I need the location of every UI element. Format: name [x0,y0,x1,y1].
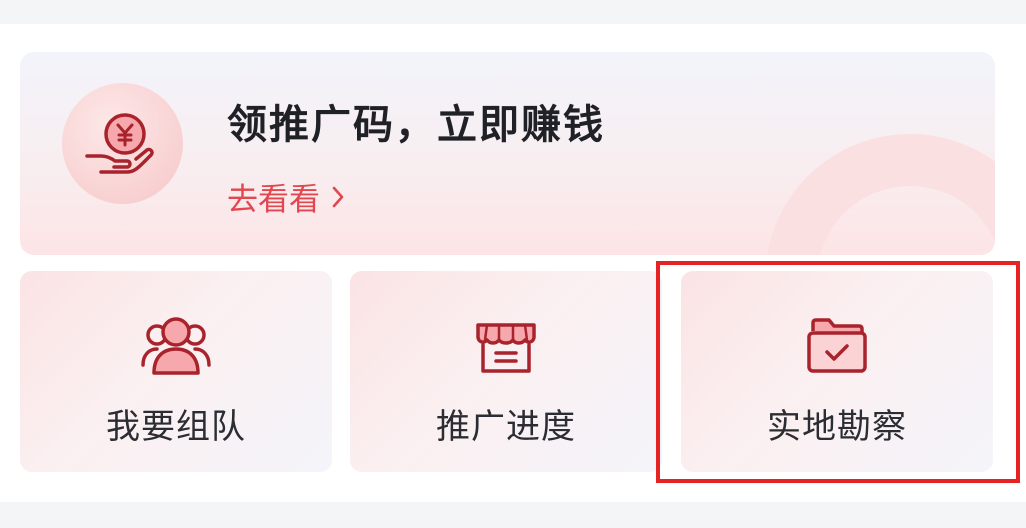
banner-link-label: 去看看 [227,182,320,218]
chevron-right-icon [330,184,346,210]
promotion-progress-button[interactable]: 推广进度 [350,271,662,472]
site-survey-button[interactable]: 实地勘察 [681,271,993,472]
banner-title: 领推广码，立即赚钱 [227,102,605,148]
banner-icon-wrap [62,83,183,204]
team-up-label: 我要组队 [106,407,246,447]
promo-banner[interactable]: 领推广码，立即赚钱 去看看 [20,52,995,255]
promotion-progress-label: 推广进度 [436,407,576,447]
site-survey-label: 实地勘察 [767,407,907,447]
coin-hand-icon [84,112,154,174]
team-icon [140,313,212,379]
team-up-button[interactable]: 我要组队 [20,271,332,472]
banner-decoration [765,134,995,255]
store-progress-icon [470,313,542,379]
page: 领推广码，立即赚钱 去看看 我要组队 推广进度 实地勘察 [0,0,1026,528]
folder-check-icon [801,313,873,379]
banner-link[interactable]: 去看看 [227,174,346,219]
